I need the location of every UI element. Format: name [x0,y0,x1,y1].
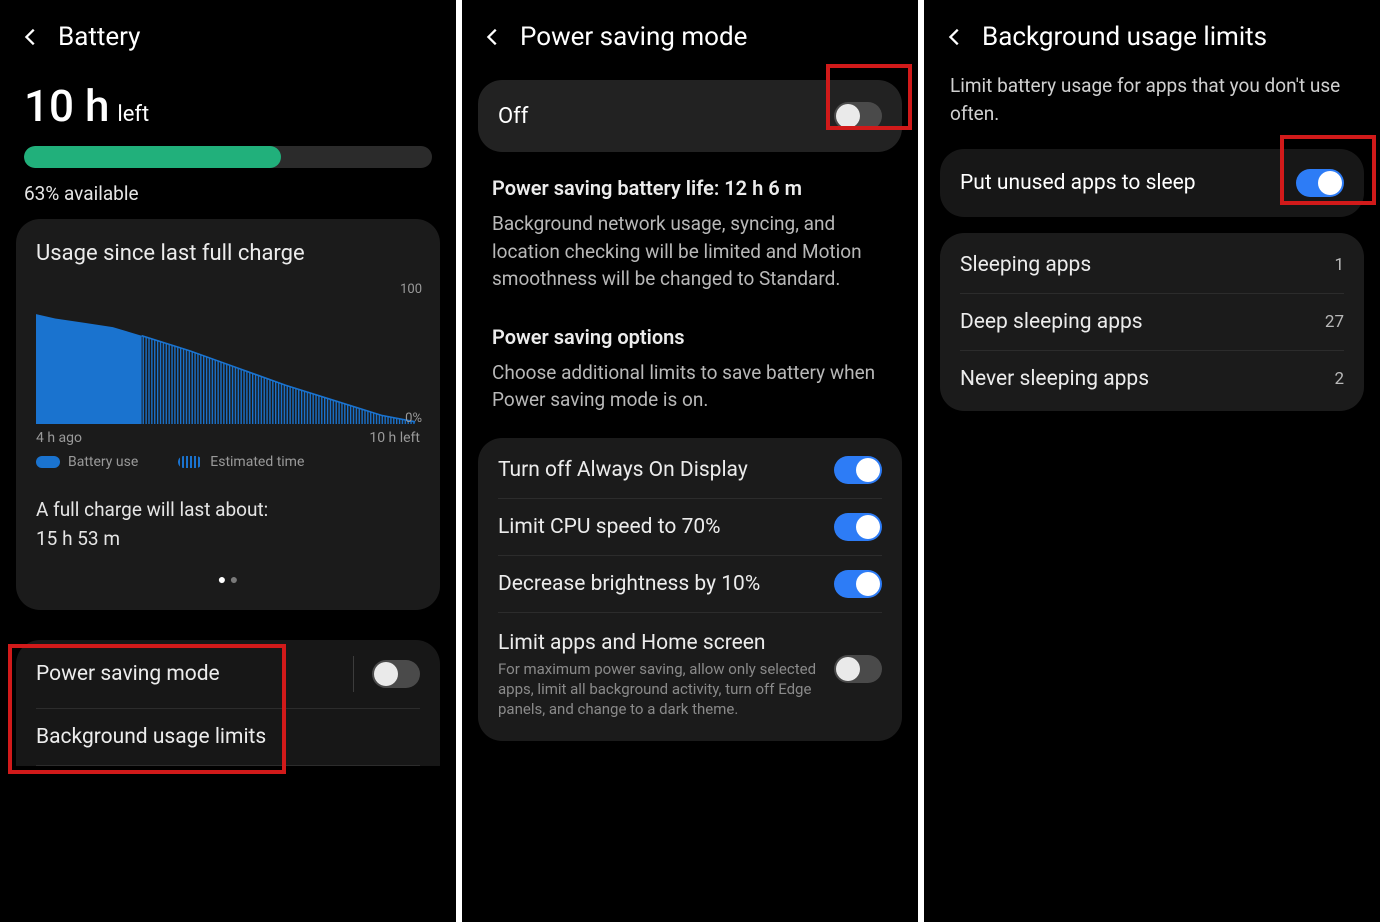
header: Power saving mode [474,12,906,72]
legend-chip-solid [36,456,60,468]
always-on-display-toggle[interactable] [834,456,882,484]
background-usage-limits-row[interactable]: Background usage limits [36,709,420,766]
divider [353,656,354,692]
battery-life-section: Power saving battery life: 12 h 6 m Back… [474,160,906,309]
back-icon[interactable] [944,26,966,48]
limit-cpu-toggle[interactable] [834,513,882,541]
battery-life-desc: Background network usage, syncing, and l… [492,210,888,293]
put-unused-apps-sleep-toggle[interactable] [1296,169,1344,197]
decrease-brightness-row[interactable]: Decrease brightness by 10% [498,556,882,613]
page-title: Power saving mode [520,22,747,52]
sleep-toggle-card: Put unused apps to sleep [940,149,1364,217]
legend-chip-stripe [178,456,202,468]
page-indicator[interactable]: ● ● [36,571,420,588]
decrease-brightness-toggle[interactable] [834,570,882,598]
legend-battery-use: Battery use [36,454,138,470]
count: 27 [1325,312,1344,332]
legend-estimated: Estimated time [178,454,304,470]
battery-chart: 100 0% [36,284,420,424]
header: Battery [12,12,444,72]
battery-screen: Battery 10 h left 63% available Usage si… [0,0,462,922]
background-usage-limits-screen: Background usage limits Limit battery us… [924,0,1386,922]
hours-remaining: 10 h [24,80,109,132]
deep-sleeping-apps-row[interactable]: Deep sleeping apps 27 [960,294,1344,351]
battery-progress-bar [24,146,432,168]
page-title: Background usage limits [982,22,1267,52]
row-label: Power saving mode [36,662,220,686]
y-axis-top: 100 [400,282,422,297]
power-options-desc: Choose additional limits to save battery… [492,359,888,414]
sleeping-apps-card: Sleeping apps 1 Deep sleeping apps 27 Ne… [940,233,1364,411]
x-axis-left: 4 h ago [36,430,82,446]
settings-list-card: Power saving mode Background usage limit… [16,640,440,766]
row-label: Background usage limits [36,725,266,749]
master-toggle-label: Off [498,104,528,129]
chart-legend: Battery use Estimated time [36,454,420,470]
sleeping-apps-row[interactable]: Sleeping apps 1 [960,237,1344,294]
x-axis-right: 10 h left [369,430,420,446]
power-saving-toggle[interactable] [372,660,420,688]
full-charge-estimate: A full charge will last about: 15 h 53 m [36,496,420,553]
usage-card-title: Usage since last full charge [36,241,420,266]
x-axis-labels: 4 h ago 10 h left [36,430,420,446]
limit-apps-toggle[interactable] [834,655,882,683]
y-axis-bottom: 0% [405,411,422,426]
battery-life-heading: Power saving battery life: 12 h 6 m [492,176,888,200]
power-options-section: Power saving options Choose additional l… [474,309,906,430]
power-saving-mode-screen: Power saving mode Off Power saving batte… [462,0,924,922]
limit-cpu-row[interactable]: Limit CPU speed to 70% [498,499,882,556]
power-saving-mode-row[interactable]: Power saving mode [36,640,420,709]
usage-card[interactable]: Usage since last full charge 100 0% 4 h … [16,219,440,610]
header: Background usage limits [936,12,1368,72]
never-sleeping-apps-row[interactable]: Never sleeping apps 2 [960,351,1344,407]
sleep-toggle-label: Put unused apps to sleep [960,171,1196,195]
back-icon[interactable] [20,26,42,48]
limit-apps-desc: For maximum power saving, allow only sel… [498,659,818,720]
power-options-card: Turn off Always On Display Limit CPU spe… [478,438,902,742]
count: 1 [1334,255,1344,275]
always-on-display-row[interactable]: Turn off Always On Display [498,442,882,499]
back-icon[interactable] [482,26,504,48]
power-saving-master-toggle[interactable] [834,102,882,130]
battery-progress-fill [24,146,281,168]
page-title: Battery [58,22,140,52]
power-options-heading: Power saving options [492,325,888,349]
intro-text: Limit battery usage for apps that you do… [936,72,1368,141]
battery-available: 63% available [24,182,432,205]
hours-suffix: left [117,102,149,127]
master-toggle-card: Off [478,80,902,152]
limit-apps-row[interactable]: Limit apps and Home screen For maximum p… [498,613,882,738]
battery-summary: 10 h left 63% available [12,72,444,211]
count: 2 [1334,369,1344,389]
